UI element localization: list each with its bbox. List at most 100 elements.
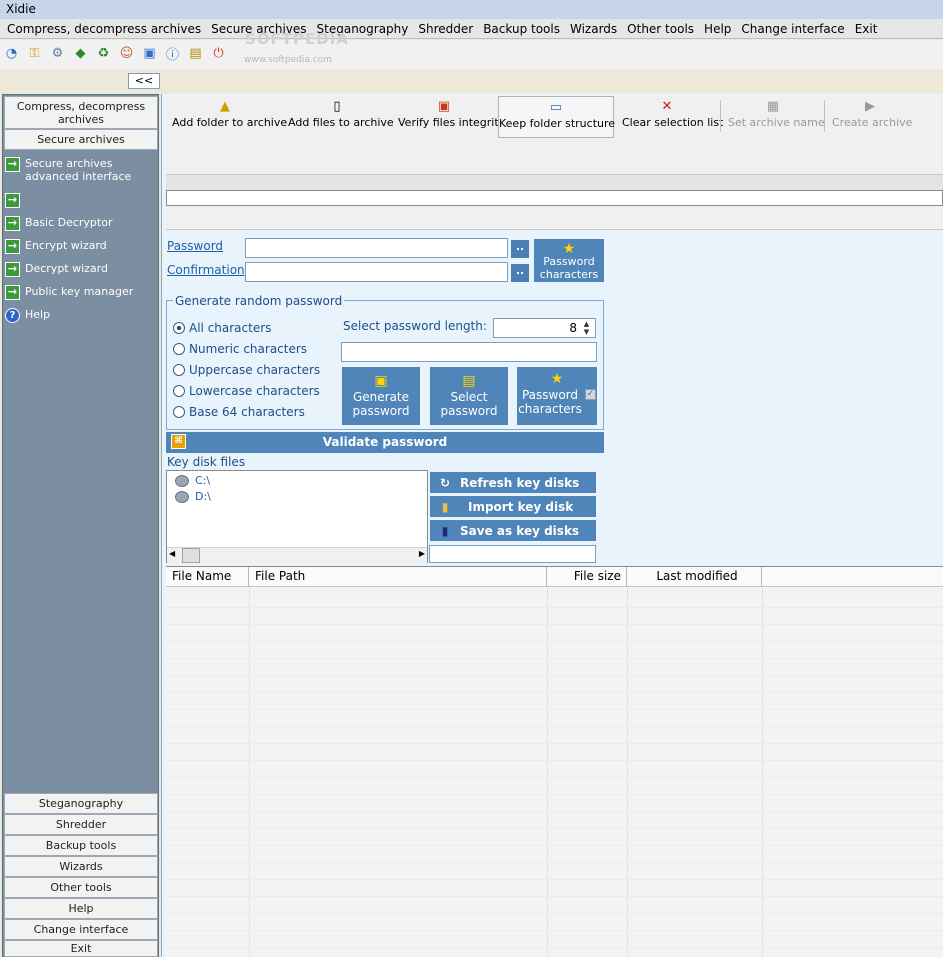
sidebar-item-decrypt-wizard[interactable]: → Decrypt wizard xyxy=(5,262,160,277)
set-archive-name-button[interactable]: ▦ Set archive name xyxy=(728,96,825,138)
sidebar-compress-button[interactable]: Compress, decompress archives xyxy=(4,96,158,129)
shred-icon[interactable]: ♻ xyxy=(94,44,113,63)
verify-integrity-button[interactable]: ▣ Verify files integrity xyxy=(398,96,505,138)
table-row-line xyxy=(166,896,943,897)
radio-lowercase-characters[interactable]: Lowercase characters xyxy=(173,384,320,398)
scroll-left-icon[interactable]: ◀ xyxy=(169,549,175,558)
password-browse-button[interactable]: .. xyxy=(511,240,529,258)
users-icon[interactable]: ☺ xyxy=(117,44,136,63)
menu-backup-tools[interactable]: Backup tools xyxy=(480,19,567,38)
save-label: Save as key disks xyxy=(460,523,580,538)
menu-exit[interactable]: Exit xyxy=(852,19,885,38)
archive-name-field[interactable] xyxy=(166,190,943,206)
menu-compress[interactable]: Compress, decompress archives xyxy=(4,19,208,38)
add-files-button[interactable]: ▯ Add files to archive xyxy=(288,96,394,138)
compress-icon[interactable]: ◔ xyxy=(2,44,21,63)
menu-wizards[interactable]: Wizards xyxy=(567,19,624,38)
menu-shredder[interactable]: Shredder xyxy=(415,19,480,38)
table-row-line xyxy=(166,726,943,727)
sidebar-change-interface-button[interactable]: Change interface xyxy=(4,919,158,940)
password-label[interactable]: Password xyxy=(167,239,223,253)
password-length-label: Select password length: xyxy=(343,319,487,333)
tree-node-c-drive[interactable]: C:\ xyxy=(175,474,210,487)
toolbar-separator xyxy=(824,100,825,132)
select-password-button[interactable]: ▤ Select password xyxy=(430,367,508,425)
sidebar-help-button[interactable]: Help xyxy=(4,898,158,919)
table-row-line xyxy=(166,624,943,625)
sidebar-secure-archives-button[interactable]: Secure archives xyxy=(4,129,158,150)
table-row-line xyxy=(166,709,943,710)
power-icon[interactable]: ⏻ xyxy=(209,44,228,63)
scroll-thumb[interactable] xyxy=(182,548,200,563)
table-row-line xyxy=(166,777,943,778)
column-file-size[interactable]: File size xyxy=(547,567,627,587)
folder-icon[interactable]: ▤ xyxy=(186,44,205,63)
file-add-icon: ▯ xyxy=(333,99,341,114)
arrow-right-icon: → xyxy=(5,239,20,254)
icon-toolbar: ◔ ⚿ ⚙ ◆ ♻ ☺ ▣ ⓘ ▤ ⏻ xyxy=(0,40,943,69)
radio-base64-characters[interactable]: Base 64 characters xyxy=(173,405,305,419)
archive-options-strip xyxy=(166,138,943,174)
table-row-line xyxy=(166,862,943,863)
table-row-line xyxy=(166,743,943,744)
key-icon[interactable]: ⚿ xyxy=(25,44,44,63)
shield-icon[interactable]: ◆ xyxy=(71,44,90,63)
sidebar-item-blank[interactable]: → xyxy=(5,193,160,208)
menu-other-tools[interactable]: Other tools xyxy=(624,19,701,38)
password-characters-button[interactable]: ★ Password characters xyxy=(534,239,604,282)
tree-node-d-drive[interactable]: D:\ xyxy=(175,490,211,503)
sidebar-other-tools-button[interactable]: Other tools xyxy=(4,877,158,898)
password-input[interactable] xyxy=(245,238,508,258)
save-key-disks-button[interactable]: ▮ Save as key disks xyxy=(430,520,596,541)
import-key-disk-button[interactable]: ▮ Import key disk xyxy=(430,496,596,517)
backup-icon[interactable]: ▣ xyxy=(140,44,159,63)
gears-icon[interactable]: ⚙ xyxy=(48,44,67,63)
menu-change-interface[interactable]: Change interface xyxy=(738,19,851,38)
radio-icon xyxy=(173,406,185,418)
sidebar-item-advanced-interface[interactable]: → Secure archives advanced interface xyxy=(5,157,160,183)
spinner-arrows-icon[interactable]: ▲ ▼ xyxy=(579,320,594,336)
sidebar-exit-button[interactable]: Exit xyxy=(4,940,158,957)
confirmation-browse-button[interactable]: .. xyxy=(511,264,529,282)
sidebar-steganography-button[interactable]: Steganography xyxy=(4,793,158,814)
sidebar-item-label: Public key manager xyxy=(25,285,134,298)
radio-all-characters[interactable]: All characters xyxy=(173,321,271,335)
generated-password-field[interactable] xyxy=(341,342,597,362)
column-file-path[interactable]: File Path xyxy=(249,567,547,587)
arrow-right-icon: → xyxy=(5,285,20,300)
key-disk-path-field[interactable] xyxy=(429,545,596,563)
help-icon[interactable]: ⓘ xyxy=(163,44,182,63)
create-archive-button[interactable]: ▶ Create archive xyxy=(832,96,912,138)
table-row-line xyxy=(166,692,943,693)
radio-uppercase-characters[interactable]: Uppercase characters xyxy=(173,363,320,377)
radio-label: Numeric characters xyxy=(189,342,308,356)
sidebar-wizards-button[interactable]: Wizards xyxy=(4,856,158,877)
sidebar-item-help[interactable]: ? Help xyxy=(5,308,160,323)
clear-selection-button[interactable]: ✕ Clear selection list xyxy=(622,96,723,138)
confirmation-input[interactable] xyxy=(245,262,508,282)
menu-help[interactable]: Help xyxy=(701,19,738,38)
confirmation-label[interactable]: Confirmation xyxy=(167,263,245,277)
tree-horizontal-scrollbar[interactable]: ◀ ▶ xyxy=(167,547,427,563)
radio-numeric-characters[interactable]: Numeric characters xyxy=(173,342,307,356)
radio-selected-icon xyxy=(173,322,185,334)
keep-folder-structure-toggle[interactable]: ▭ Keep folder structure xyxy=(498,96,615,138)
scroll-right-icon[interactable]: ▶ xyxy=(419,549,425,558)
column-last-modified[interactable]: Last modified xyxy=(627,567,762,587)
sidebar-shredder-button[interactable]: Shredder xyxy=(4,814,158,835)
validate-password-button[interactable]: ⌘ Validate password xyxy=(166,432,604,453)
close-icon: ✕ xyxy=(661,99,673,114)
column-file-name[interactable]: File Name xyxy=(166,567,249,587)
sidebar-item-basic-decryptor[interactable]: → Basic Decryptor xyxy=(5,216,160,231)
import-icon: ▮ xyxy=(441,499,449,514)
add-folder-button[interactable]: ▲ Add folder to archive xyxy=(172,96,287,138)
generate-password-button[interactable]: ▣ Generate password xyxy=(342,367,420,425)
sidebar-backup-tools-button[interactable]: Backup tools xyxy=(4,835,158,856)
refresh-key-disks-button[interactable]: ↻ Refresh key disks xyxy=(430,472,596,493)
characters-checkbox[interactable]: ✓ xyxy=(585,389,596,400)
arrow-right-icon: → xyxy=(5,216,20,231)
sidebar-item-encrypt-wizard[interactable]: → Encrypt wizard xyxy=(5,239,160,254)
collapse-sidebar-button[interactable]: << xyxy=(128,73,160,89)
select-password-label: Select password xyxy=(440,390,498,418)
sidebar-item-public-key-manager[interactable]: → Public key manager xyxy=(5,285,160,300)
